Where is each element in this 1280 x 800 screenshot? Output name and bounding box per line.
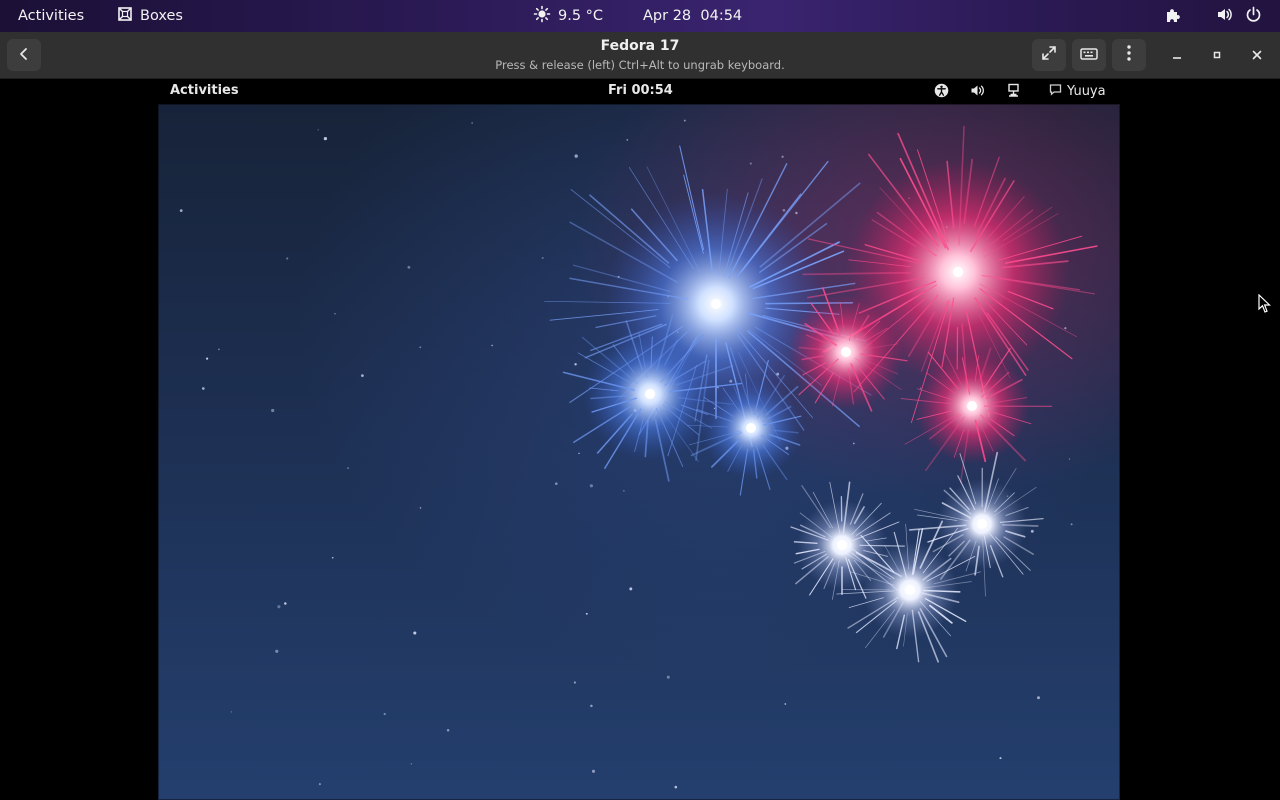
star <box>749 162 752 165</box>
star <box>666 675 670 679</box>
guest-user-menu[interactable]: Yuuya <box>1049 83 1106 100</box>
star <box>574 363 577 366</box>
fireworks-illustration <box>179 119 1098 789</box>
guest-status-icons <box>934 83 1021 102</box>
maximize-icon <box>1211 46 1223 65</box>
menu-icon <box>1127 45 1131 65</box>
star <box>410 763 413 765</box>
close-button[interactable] <box>1250 48 1264 62</box>
system-menu[interactable] <box>1216 0 1262 32</box>
star <box>574 154 578 158</box>
weather-label: 9.5 °C <box>558 8 604 24</box>
maximize-button[interactable] <box>1210 48 1224 62</box>
star <box>318 783 321 786</box>
star <box>623 490 625 492</box>
star <box>590 704 593 708</box>
star <box>674 785 678 789</box>
network-icon[interactable] <box>1006 83 1021 102</box>
star <box>179 209 183 212</box>
guest-volume-icon[interactable] <box>970 83 985 102</box>
app-menu-button[interactable]: Boxes <box>117 0 183 32</box>
close-icon <box>1251 46 1263 65</box>
star <box>383 712 386 716</box>
star <box>852 442 855 445</box>
fullscreen-button[interactable] <box>1032 39 1066 71</box>
host-top-bar: Activities Boxes 9.5 °C Apr 28 04:54 <box>0 0 1280 32</box>
minimize-icon <box>1171 46 1183 65</box>
star <box>795 211 798 215</box>
star <box>1037 696 1040 700</box>
star <box>275 649 279 653</box>
star <box>591 769 596 773</box>
star <box>1064 327 1067 330</box>
extensions-indicator[interactable] <box>1164 0 1181 32</box>
keyboard-button[interactable] <box>1072 39 1106 71</box>
sun-icon <box>533 5 551 27</box>
activities-button[interactable]: Activities <box>18 0 84 32</box>
chat-icon <box>1049 83 1062 100</box>
star <box>573 681 576 684</box>
star <box>419 507 422 509</box>
star <box>218 348 220 351</box>
guest-user-name: Yuuya <box>1067 84 1106 99</box>
star <box>578 452 580 455</box>
weather-indicator[interactable]: 9.5 °C <box>533 0 603 32</box>
star <box>585 612 588 615</box>
star <box>230 711 232 713</box>
fullscreen-icon <box>1041 45 1057 65</box>
star <box>317 129 319 131</box>
star <box>554 482 558 486</box>
date-time[interactable]: Apr 28 04:54 <box>643 0 742 32</box>
volume-icon <box>1216 6 1233 27</box>
app-name-label: Boxes <box>140 8 183 24</box>
star <box>999 757 1002 760</box>
star <box>286 257 289 260</box>
star <box>323 136 328 141</box>
star <box>361 374 364 377</box>
star <box>1070 523 1073 526</box>
star <box>419 346 422 349</box>
star <box>271 408 275 413</box>
power-icon <box>1245 6 1262 27</box>
star <box>277 605 281 609</box>
boxes-icon <box>117 6 133 26</box>
star <box>407 265 411 269</box>
star <box>784 703 787 705</box>
boxes-header-bar: Fedora 17 Press & release (left) Ctrl+Al… <box>0 32 1280 79</box>
accessibility-icon[interactable] <box>934 83 949 102</box>
star <box>626 138 629 141</box>
guest-desktop-wallpaper[interactable] <box>158 104 1120 800</box>
guest-top-panel: Activities Fri 00:54 Yuuya <box>158 79 1120 104</box>
star <box>284 602 287 605</box>
star <box>629 587 633 591</box>
star <box>201 387 205 390</box>
mouse-cursor <box>1258 293 1272 314</box>
menu-button[interactable] <box>1112 39 1146 71</box>
star <box>1030 529 1034 533</box>
minimize-button[interactable] <box>1170 48 1184 62</box>
star <box>347 467 350 470</box>
star <box>491 344 493 347</box>
star <box>446 729 450 732</box>
guest-activities-button[interactable]: Activities <box>170 83 239 98</box>
star <box>334 313 336 315</box>
star <box>205 357 209 360</box>
star <box>589 484 593 488</box>
star <box>782 208 786 212</box>
guest-clock[interactable]: Fri 00:54 <box>608 83 673 98</box>
star <box>471 122 473 124</box>
star <box>541 256 544 260</box>
star <box>331 556 334 559</box>
star <box>413 631 417 635</box>
keyboard-icon <box>1080 46 1098 65</box>
star <box>1068 458 1071 460</box>
star <box>781 155 784 158</box>
star <box>683 119 686 122</box>
extensions-icon <box>1164 6 1181 27</box>
